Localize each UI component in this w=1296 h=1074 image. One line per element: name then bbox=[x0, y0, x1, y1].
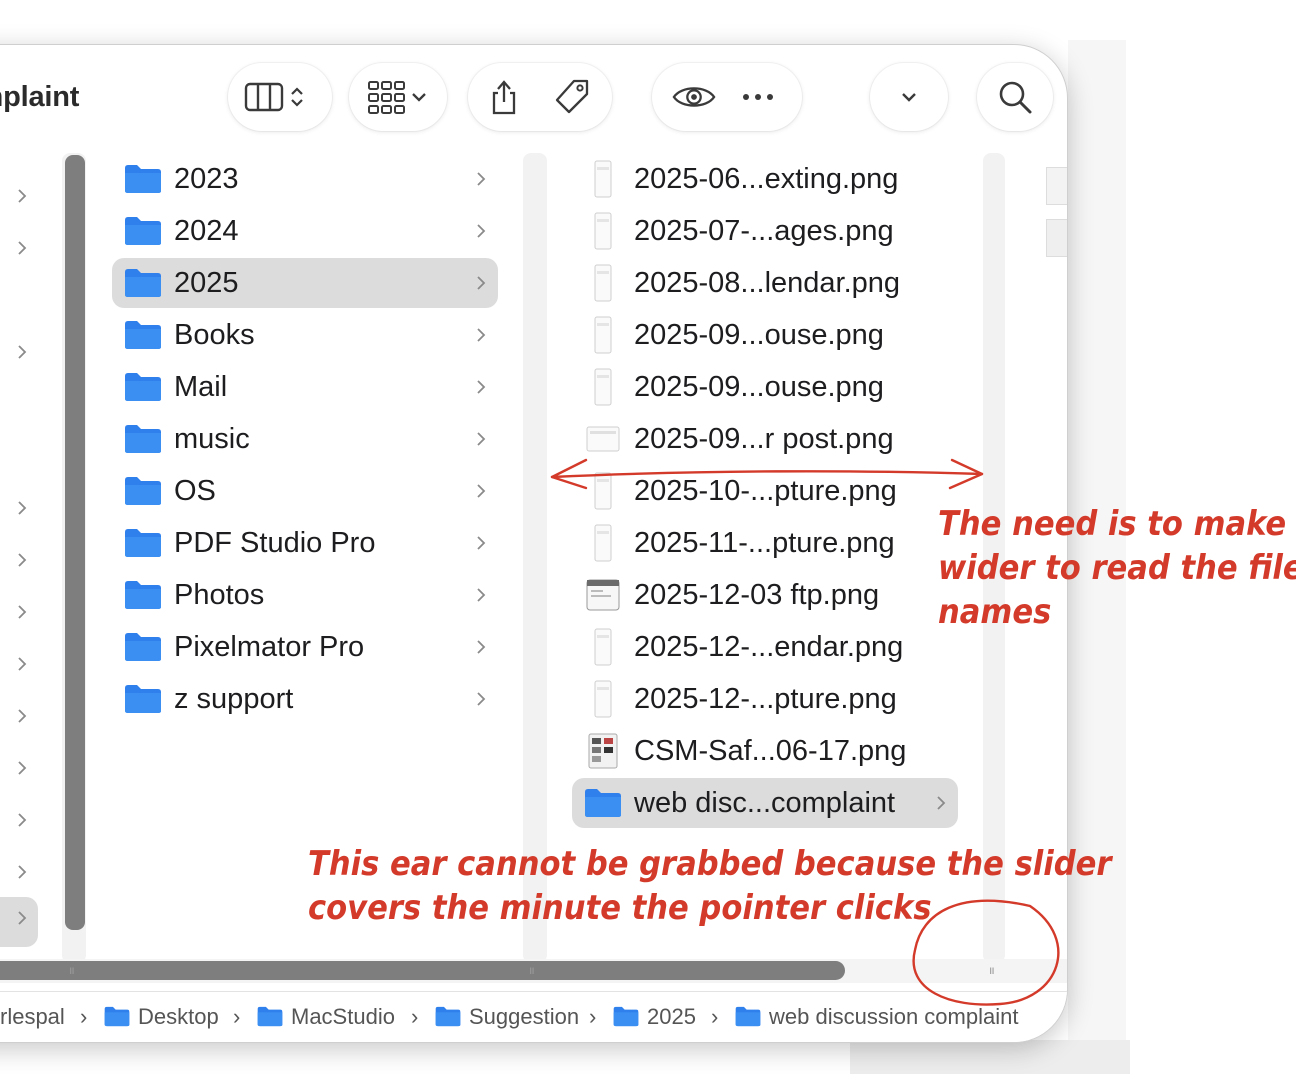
annotation-line: This ear cannot be grabbed because the s… bbox=[308, 844, 1112, 884]
annotation-line: The need is to make bbox=[938, 504, 1287, 544]
annotation-width-note: The need is to make wider to read the fi… bbox=[938, 502, 1296, 634]
annotation-line: names bbox=[938, 592, 1052, 632]
annotation-line: wider to read the file bbox=[938, 548, 1296, 588]
annotation-ear-note: This ear cannot be grabbed because the s… bbox=[308, 842, 1112, 930]
arrow-head-left bbox=[550, 458, 588, 490]
double-arrow-line bbox=[550, 470, 984, 479]
annotation-line: covers the minute the pointer clicks bbox=[308, 888, 932, 928]
